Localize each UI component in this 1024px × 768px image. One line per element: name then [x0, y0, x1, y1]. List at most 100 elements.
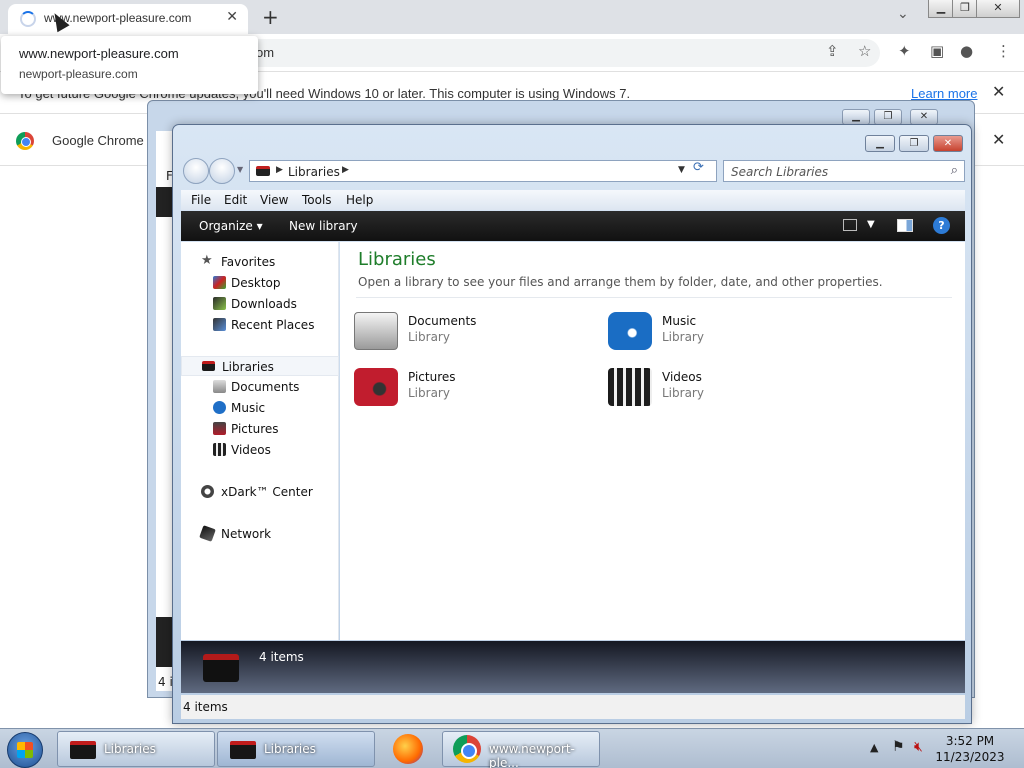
restore-icon[interactable]: ❐ — [952, 0, 978, 18]
menu-help[interactable]: Help — [346, 193, 373, 207]
window-maximize-icon[interactable]: ❐ — [899, 135, 929, 152]
taskbar: Libraries Libraries www.newport-ple... ▲… — [0, 728, 1024, 768]
taskbar-libraries-2[interactable]: Libraries — [217, 731, 375, 767]
menu-edit[interactable]: Edit — [224, 193, 247, 207]
bookmark-star-icon[interactable]: ☆ — [858, 42, 871, 60]
minimize-icon[interactable]: ▁ — [928, 0, 954, 18]
nav-documents-label: Documents — [231, 380, 300, 394]
taskbar-libraries-1[interactable]: Libraries — [57, 731, 215, 767]
chrome-notice-text: Google Chrome — [52, 133, 144, 148]
nav-pictures[interactable]: Pictures — [181, 419, 339, 439]
volume-muted-icon[interactable]: 🔇︎ — [914, 739, 923, 755]
nav-xdark-center[interactable]: xDark™ Center — [181, 482, 339, 502]
infobar-close-icon[interactable]: ✕ — [992, 82, 1005, 101]
recent-places-icon — [213, 318, 226, 331]
menu-kebab-icon[interactable]: ⋮ — [996, 42, 1011, 60]
library-type: Library — [408, 330, 450, 344]
content-pane: Libraries Open a library to see your fil… — [340, 242, 965, 640]
nav-music[interactable]: Music — [181, 398, 339, 418]
page-title: Libraries — [358, 249, 436, 270]
taskbar-label: Libraries — [264, 742, 316, 756]
tab-strip: www.newport-pleasure.com ✕ + ⌄ ▁ ❐ ✕ — [0, 0, 1024, 34]
new-library-button[interactable]: New library — [289, 219, 358, 233]
menu-view[interactable]: View — [260, 193, 288, 207]
pictures-library-icon — [354, 368, 398, 406]
menu-file[interactable]: File — [191, 193, 211, 207]
view-options-chevron-icon[interactable]: ▼ — [867, 219, 875, 230]
library-music[interactable]: Music Library — [608, 310, 848, 354]
breadcrumb-arrow-icon[interactable]: ▶ — [342, 165, 349, 175]
breadcrumb-arrow-icon[interactable]: ▶ — [276, 165, 283, 175]
nav-recent-places[interactable]: Recent Places — [181, 315, 339, 335]
library-type: Library — [408, 386, 450, 400]
back-close-icon[interactable]: ✕ — [910, 109, 938, 125]
tab-search-chevron-icon[interactable]: ⌄ — [897, 6, 909, 22]
learn-more-link[interactable]: Learn more — [911, 86, 977, 101]
documents-icon — [213, 380, 226, 393]
extensions-puzzle-icon[interactable]: ✦ — [898, 42, 911, 60]
nav-downloads[interactable]: Downloads — [181, 294, 339, 314]
refresh-icon[interactable]: ⟳ — [693, 160, 704, 175]
library-documents[interactable]: Documents Library — [354, 310, 594, 354]
window-close-icon[interactable]: ✕ — [933, 135, 963, 152]
nav-network[interactable]: Network — [181, 524, 339, 544]
browser-tab[interactable]: www.newport-pleasure.com ✕ — [8, 4, 248, 34]
notice-close-icon[interactable]: ✕ — [992, 130, 1005, 149]
taskbar-label: www.newport-ple... — [489, 742, 575, 768]
desktop-icon — [213, 276, 226, 289]
address-breadcrumb-bar[interactable]: ▶ Libraries ▶ ▼ — [249, 160, 717, 182]
navigation-pane: ★ Favorites Desktop Downloads Recent Pla… — [181, 242, 339, 640]
nav-music-label: Music — [231, 401, 266, 415]
nav-network-label: Network — [221, 527, 272, 541]
close-icon[interactable]: ✕ — [976, 0, 1020, 18]
change-view-icon[interactable] — [843, 219, 857, 231]
pictures-icon — [213, 422, 226, 435]
search-icon[interactable]: ⌕ — [951, 163, 958, 178]
breadcrumb-libraries[interactable]: Libraries — [288, 165, 340, 179]
address-dropdown-icon[interactable]: ▼ — [678, 165, 685, 175]
nav-favorites-label: Favorites — [221, 255, 276, 269]
system-clock[interactable]: 3:52 PM 11/23/2023 — [930, 733, 1010, 765]
nav-desktop[interactable]: Desktop — [181, 273, 339, 293]
libraries-large-icon — [203, 654, 239, 682]
library-videos[interactable]: Videos Library — [608, 366, 848, 410]
nav-favorites[interactable]: ★ Favorites — [181, 252, 339, 272]
back-minimize-icon[interactable]: ▁ — [842, 109, 870, 125]
organize-button[interactable]: Organize ▾ — [199, 219, 263, 233]
nav-libraries[interactable]: Libraries — [181, 356, 339, 376]
clock-time: 3:52 PM — [945, 734, 995, 748]
library-name: Documents — [408, 314, 477, 328]
nav-videos[interactable]: Videos — [181, 440, 339, 460]
nav-pictures-label: Pictures — [231, 422, 279, 436]
nav-libraries-label: Libraries — [222, 360, 274, 374]
chrome-logo-icon — [16, 132, 34, 150]
forward-button[interactable] — [209, 158, 235, 184]
menu-tools[interactable]: Tools — [302, 193, 332, 207]
nav-documents[interactable]: Documents — [181, 377, 339, 397]
status-item-count: 4 items — [183, 700, 228, 714]
preview-pane-icon[interactable] — [897, 219, 913, 232]
libraries-folder-icon — [70, 741, 96, 759]
documents-library-icon — [354, 312, 398, 350]
libraries-folder-icon — [256, 166, 270, 176]
share-icon[interactable]: ⇪ — [826, 42, 839, 60]
music-library-icon — [608, 312, 652, 350]
firefox-icon[interactable] — [393, 734, 423, 764]
help-icon[interactable]: ? — [933, 217, 950, 234]
back-button[interactable] — [183, 158, 209, 184]
search-input[interactable]: Search Libraries ⌕ — [723, 160, 965, 182]
nav-downloads-label: Downloads — [231, 297, 297, 311]
new-tab-icon[interactable]: + — [262, 5, 279, 29]
side-panel-icon[interactable]: ▣ — [930, 42, 944, 60]
show-hidden-icons-icon[interactable]: ▲ — [870, 741, 878, 754]
start-button[interactable] — [7, 732, 43, 768]
window-minimize-icon[interactable]: ▁ — [865, 135, 895, 152]
back-restore-icon[interactable]: ❐ — [874, 109, 902, 125]
tab-close-icon[interactable]: ✕ — [226, 9, 238, 25]
recent-pages-chevron-icon[interactable]: ▼ — [237, 165, 243, 174]
taskbar-chrome[interactable]: www.newport-ple... — [442, 731, 600, 768]
profile-avatar-icon[interactable]: ● — [960, 42, 973, 60]
library-pictures[interactable]: Pictures Library — [354, 366, 594, 410]
action-center-flag-icon[interactable]: ⚑ — [892, 739, 905, 755]
menu-bar: File Edit View Tools Help — [181, 190, 965, 210]
